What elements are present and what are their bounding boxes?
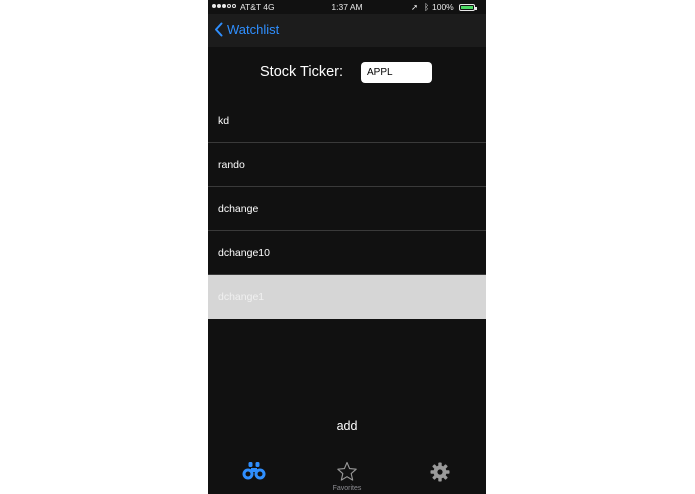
list-item-label: kd [218, 115, 230, 127]
list-item[interactable]: kd [208, 99, 486, 143]
ticker-input[interactable] [361, 62, 432, 83]
tab-watchlist[interactable] [208, 452, 300, 494]
list-item-label: dchange10 [218, 247, 270, 259]
phone-screen: AT&T 4G 1:37 AM ➚ ᛒ 100% Watchlist Stock… [208, 0, 486, 494]
list-item-label: dchange [218, 203, 259, 215]
back-button-label: Watchlist [227, 22, 280, 37]
list-item[interactable]: rando [208, 143, 486, 187]
tab-bar: Favorites [208, 452, 486, 494]
watchlist-list: kd rando dchange dchange10 dchange1 [208, 99, 486, 319]
binoculars-icon [242, 462, 266, 480]
back-button[interactable]: Watchlist [214, 22, 279, 37]
tab-settings[interactable] [394, 452, 486, 494]
location-arrow-icon: ➚ [411, 2, 419, 12]
battery-percent: 100% [432, 2, 454, 12]
navigation-bar: Watchlist [208, 14, 486, 47]
tab-favorites[interactable]: Favorites [301, 452, 393, 494]
status-bar: AT&T 4G 1:37 AM ➚ ᛒ 100% [208, 0, 486, 14]
star-icon [337, 461, 357, 481]
bluetooth-icon: ᛒ [424, 2, 430, 12]
ticker-label: Stock Ticker: [260, 64, 343, 80]
list-item-label: rando [218, 159, 245, 171]
chevron-left-icon [215, 22, 223, 37]
list-item[interactable]: dchange [208, 187, 486, 231]
list-item-label: dchange1 [218, 291, 265, 303]
add-button[interactable]: add [208, 419, 486, 433]
gear-icon [430, 462, 450, 482]
list-item-selected[interactable]: dchange1 [208, 275, 486, 319]
ticker-row: Stock Ticker: [208, 61, 486, 83]
tab-favorites-label: Favorites [332, 485, 362, 492]
list-item[interactable]: dchange10 [208, 231, 486, 275]
battery-icon [459, 4, 477, 11]
